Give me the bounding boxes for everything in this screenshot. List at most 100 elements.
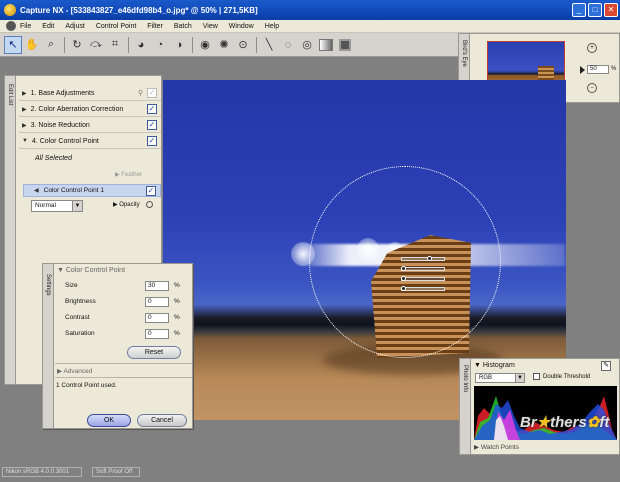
step-checkbox[interactable]: ✓ — [147, 88, 157, 98]
slider-knob[interactable] — [401, 286, 406, 291]
crop-icon[interactable]: ⌗ — [106, 36, 124, 54]
zoom-in-icon[interactable]: + — [587, 43, 597, 53]
selection-status: All Selected — [35, 155, 72, 162]
edit-step-label: 1. Base Adjustments — [30, 89, 95, 97]
saturation-slider[interactable] — [401, 287, 445, 291]
menu-edit[interactable]: Edit — [42, 23, 54, 30]
reset-button[interactable]: Reset — [127, 346, 181, 359]
watermark: Br★thers✿ft — [520, 414, 610, 431]
edit-step-color-control-point[interactable]: ▼ 4. Color Control Point ✓ — [19, 134, 161, 149]
opacity-control[interactable]: ▶ Opacity — [113, 201, 153, 208]
eyedropper-icon[interactable]: ✎ — [601, 361, 611, 371]
edit-step-noise-reduction[interactable]: ▶ 3. Noise Reduction ✓ — [19, 118, 161, 133]
size-slider[interactable] — [401, 257, 445, 261]
control-point-count: 1 Control Point used. — [56, 382, 117, 389]
brush-icon[interactable]: ╲ — [260, 36, 278, 54]
brightness-slider[interactable] — [401, 267, 445, 271]
window-title: Capture NX - [533843827_e46dfd98b4_o.jpg… — [20, 5, 258, 15]
zoom-slider-arrow-icon[interactable] — [580, 66, 585, 74]
toolbar: ↖ ✋ ⌕ ↻ ⤼ ⌗ ◕ ◔ ◑ ◉ ✺ ⊙ ╲ ◌ ◎ — [0, 33, 458, 57]
white-point-icon[interactable]: ◔ — [151, 36, 169, 54]
photo-info-tab[interactable]: Photo Info — [460, 359, 471, 454]
step-checkbox[interactable]: ✓ — [147, 136, 157, 146]
contrast-slider[interactable] — [401, 277, 445, 281]
settings-tab-label: Settings — [45, 274, 51, 296]
menu-window[interactable]: Window — [229, 23, 254, 30]
black-point-icon[interactable]: ◕ — [132, 36, 150, 54]
menu-help[interactable]: Help — [265, 23, 279, 30]
settings-header[interactable]: ▼ Color Control Point — [57, 267, 125, 274]
marquee-icon[interactable]: ◎ — [298, 36, 316, 54]
double-threshold-label: Double Threshold — [543, 374, 591, 381]
slider-knob[interactable] — [427, 256, 432, 261]
expand-arrow-icon[interactable]: ▶ — [22, 122, 27, 129]
contrast-input[interactable]: 0 — [145, 313, 169, 323]
advanced-toggle[interactable]: ▶ Advanced — [57, 367, 92, 375]
chevron-down-icon: ▼ — [515, 374, 524, 382]
opacity-radio[interactable] — [145, 201, 153, 208]
param-unit: % — [174, 330, 180, 337]
double-threshold-checkbox[interactable] — [533, 373, 540, 380]
menu-control-point[interactable]: Control Point — [96, 23, 136, 30]
minimize-button[interactable]: _ — [572, 3, 586, 17]
edit-step-label: 3. Noise Reduction — [30, 121, 90, 129]
opacity-label: Opacity — [119, 202, 140, 209]
saturation-input[interactable]: 0 — [145, 329, 169, 339]
gradient-icon[interactable] — [317, 36, 335, 54]
expand-arrow-icon[interactable]: ▶ — [22, 106, 27, 113]
hand-icon[interactable]: ✋ — [23, 36, 41, 54]
fill-icon[interactable] — [336, 36, 354, 54]
histogram-header[interactable]: ▼ Histogram — [474, 362, 515, 369]
edit-step-color-aberration[interactable]: ▶ 2. Color Aberration Correction ✓ — [19, 102, 161, 117]
red-eye-icon[interactable]: ◉ — [196, 36, 214, 54]
maximize-button[interactable]: □ — [588, 3, 602, 17]
step-checkbox[interactable]: ✓ — [147, 104, 157, 114]
param-unit: % — [174, 282, 180, 289]
direct-select-icon[interactable]: ↖ — [4, 35, 22, 54]
param-label: Contrast — [65, 314, 90, 321]
auto-retouch-icon[interactable]: ✺ — [215, 36, 233, 54]
control-point-checkbox[interactable]: ✓ — [146, 186, 156, 196]
menu-adjust[interactable]: Adjust — [65, 23, 84, 30]
color-profile-status: Nikon sRGB 4.0.0.3001 — [2, 467, 82, 477]
cancel-button[interactable]: Cancel — [137, 414, 187, 427]
zoom-icon[interactable]: ⌕ — [42, 36, 60, 54]
settings-tab[interactable]: Settings — [43, 264, 54, 428]
soft-proof-status[interactable]: Soft Proof Off — [92, 467, 140, 477]
control-point-row[interactable]: ◀ Color Control Point 1 ✓ — [23, 184, 161, 197]
size-input[interactable]: 30 — [145, 281, 169, 291]
color-control-point-icon[interactable]: ⊙ — [234, 36, 252, 54]
collapse-arrow-icon[interactable]: ▼ — [22, 138, 28, 144]
zoom-input[interactable]: 50 — [587, 65, 609, 74]
channel-select[interactable]: RGB ▼ — [475, 373, 525, 383]
ok-button[interactable]: OK — [87, 414, 131, 427]
edit-list-tab[interactable]: Edit List — [5, 76, 16, 384]
feather-label[interactable]: ▶ Feather — [115, 171, 142, 178]
neutral-point-icon[interactable]: ◑ — [170, 36, 188, 54]
expand-arrow-icon[interactable]: ▶ — [22, 90, 27, 97]
close-button[interactable]: ✕ — [604, 3, 618, 17]
toolbar-divider — [64, 36, 65, 53]
menu-filter[interactable]: Filter — [147, 23, 163, 30]
blend-mode-select[interactable]: Normal ▼ — [31, 200, 83, 212]
watch-points-toggle[interactable]: ▶ Watch Points — [474, 443, 519, 451]
menu-file[interactable]: File — [20, 23, 31, 30]
double-threshold-option[interactable]: Double Threshold — [533, 373, 590, 380]
zoom-out-icon[interactable]: − — [587, 83, 597, 93]
menu-view[interactable]: View — [203, 23, 218, 30]
lasso-icon[interactable]: ◌ — [279, 36, 297, 54]
document-menu-icon[interactable] — [6, 21, 16, 31]
menu-batch[interactable]: Batch — [174, 23, 192, 30]
step-checkbox[interactable]: ✓ — [147, 120, 157, 130]
edit-step-base-adjustments[interactable]: ▶ 1. Base Adjustments ⚲ ✓ — [19, 86, 161, 101]
brightness-input[interactable]: 0 — [145, 297, 169, 307]
histogram-panel: Photo Info ▼ Histogram ✎ RGB ▼ Double Th… — [459, 358, 620, 455]
slider-knob[interactable] — [401, 276, 406, 281]
collapse-arrow-icon[interactable]: ◀ — [34, 187, 39, 194]
edit-step-label: 2. Color Aberration Correction — [30, 105, 124, 113]
slider-knob[interactable] — [401, 266, 406, 271]
control-point-label: Color Control Point 1 — [43, 187, 104, 194]
straighten-icon[interactable]: ⤼ — [87, 36, 105, 54]
control-point-sliders[interactable] — [401, 256, 447, 295]
rotate-icon[interactable]: ↻ — [68, 36, 86, 54]
